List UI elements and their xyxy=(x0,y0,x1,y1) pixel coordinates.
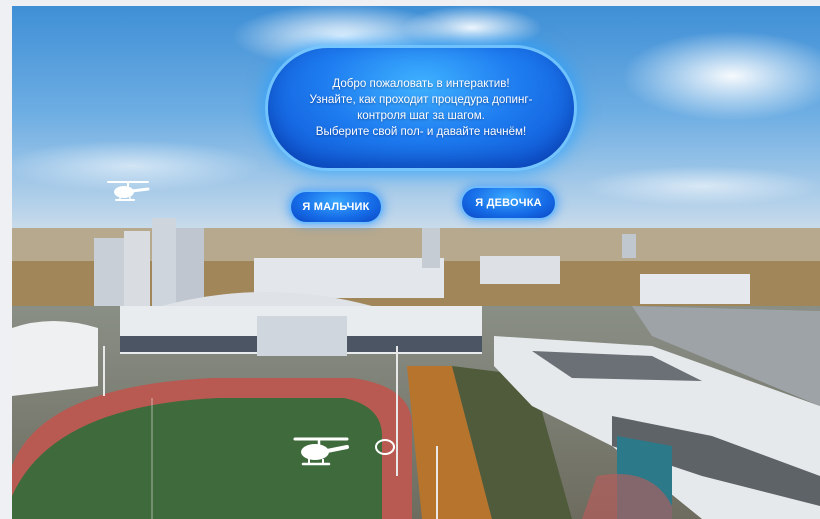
girl-button[interactable]: Я ДЕВОЧКА xyxy=(462,188,555,218)
ring-marker-icon[interactable] xyxy=(374,436,396,458)
welcome-line: Узнайте, как проходит процедура допинг- xyxy=(309,93,533,106)
welcome-line: Выберите свой пол- и давайте начнём! xyxy=(315,125,527,138)
helicopter-icon[interactable] xyxy=(289,434,353,470)
boy-button[interactable]: Я МАЛЬЧИК xyxy=(291,192,381,222)
panorama-viewer[interactable]: Добро пожаловать в интерактив! Узнайте, … xyxy=(12,6,820,519)
helicopter-icon[interactable] xyxy=(104,178,152,206)
welcome-line: Добро пожаловать в интерактив! xyxy=(332,77,510,90)
welcome-line: контроля шаг за шагом. xyxy=(357,109,485,122)
welcome-message-bubble: Добро пожаловать в интерактив! Узнайте, … xyxy=(268,48,574,168)
welcome-text: Добро пожаловать в интерактив! Узнайте, … xyxy=(286,76,556,140)
